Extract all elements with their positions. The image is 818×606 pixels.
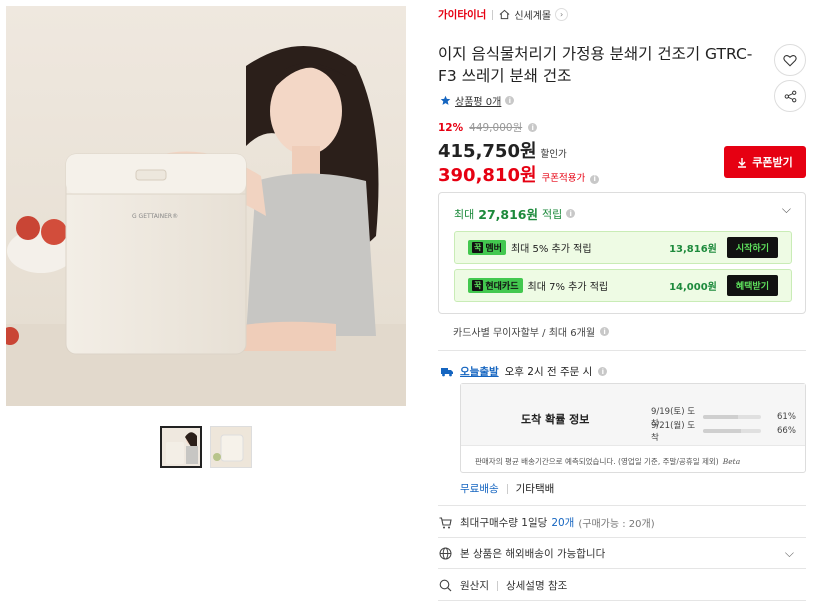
star-icon bbox=[440, 95, 451, 105]
shipping-cutoff: 오후 2시 전 주문 시 bbox=[504, 366, 593, 378]
coupon-button-label: 쿠폰받기 bbox=[752, 156, 793, 169]
arrival-date: 9/21(월) 도착 bbox=[651, 421, 696, 443]
info-icon[interactable]: i bbox=[566, 209, 576, 218]
purchase-limit-label: 최대구매수량 1일당 bbox=[460, 517, 548, 529]
review-summary: 상품평 0개 i bbox=[440, 93, 515, 108]
heart-icon bbox=[783, 54, 797, 66]
coupon-price-label: 쿠폰적용가 bbox=[541, 173, 586, 184]
thumbnail-2[interactable] bbox=[210, 426, 252, 468]
divider bbox=[506, 483, 508, 494]
main-product-image: G GETTAINER® bbox=[6, 6, 406, 406]
reward-text: 최대 5% 추가 적립 bbox=[510, 244, 592, 255]
reward-suffix: 적립 bbox=[542, 207, 563, 221]
thumbnail-image bbox=[211, 427, 251, 467]
cart-icon bbox=[438, 516, 452, 529]
info-icon[interactable]: i bbox=[505, 96, 515, 105]
discount-rate: 12% bbox=[438, 121, 464, 134]
divider bbox=[438, 537, 806, 538]
reward-tag: 꾹 멤버 bbox=[468, 240, 506, 255]
overseas-shipping-row[interactable]: 본 상품은 해외배송이 가능합니다 ⌵ bbox=[438, 546, 806, 561]
device-logo: G GETTAINER® bbox=[132, 213, 178, 220]
reward-amount: 27,816원 bbox=[478, 207, 538, 222]
arrival-probability-box: 도착 확률 정보 9/19(토) 도착 61% 9/21(월) 도착 66% 판… bbox=[460, 383, 806, 473]
origin-row: 원산지 상세설명 참조 bbox=[438, 578, 806, 593]
installment-info: 카드사별 무이자할부 / 최대 6개월 i bbox=[453, 324, 610, 339]
reward-headline: 최대 27,816원 적립 i bbox=[454, 204, 576, 223]
arrival-row: 9/21(월) 도착 66% bbox=[651, 419, 801, 443]
overseas-shipping-label: 본 상품은 해외배송이 가능합니다 bbox=[460, 548, 606, 560]
globe-icon bbox=[438, 547, 452, 560]
purchase-limit-sub: (구매가능 : 20개) bbox=[578, 519, 655, 530]
breadcrumb: 가이타이너 신세계몰 › bbox=[438, 7, 569, 22]
get-coupon-button[interactable]: 쿠폰받기 bbox=[724, 146, 806, 178]
download-icon bbox=[738, 157, 747, 168]
truck-icon bbox=[441, 368, 453, 377]
beta-label: Beta bbox=[722, 457, 741, 466]
chevron-down-icon[interactable]: ⌵ bbox=[785, 546, 794, 561]
reward-tag-label: 멤버 bbox=[485, 244, 502, 254]
product-photo: G GETTAINER® bbox=[6, 6, 406, 406]
thumbnail-list bbox=[160, 426, 252, 468]
thumbnail-1[interactable] bbox=[160, 426, 202, 468]
purchase-limit-value: 20개 bbox=[551, 517, 575, 529]
reward-item-amount: 13,816원 bbox=[669, 244, 717, 255]
home-icon bbox=[499, 9, 510, 20]
free-shipping-label: 무료배송 bbox=[460, 483, 499, 495]
divider bbox=[438, 505, 806, 506]
review-count-link[interactable]: 상품평 0개 bbox=[455, 93, 501, 108]
store-link[interactable]: 신세계몰 › bbox=[499, 7, 569, 22]
breadcrumb-divider bbox=[492, 9, 494, 20]
today-shipping-badge[interactable]: 오늘출발 bbox=[460, 364, 499, 379]
probability-bar-fill bbox=[703, 429, 742, 433]
purchase-limit-row: 최대구매수량 1일당 20개 (구매가능 : 20개) bbox=[438, 515, 806, 530]
share-icon bbox=[784, 90, 796, 102]
coupon-price: 390,810원 bbox=[438, 165, 537, 186]
reward-item-hyundai-card: 꾹 현대카드 최대 7% 추가 적립 14,000원 혜택받기 bbox=[454, 269, 792, 302]
divider bbox=[438, 600, 806, 601]
reward-prefix: 최대 bbox=[454, 207, 475, 221]
arrival-note: 판매자의 평균 배송기간으로 예측되었습니다. (영업일 기준, 주말/공휴일 … bbox=[475, 456, 740, 467]
reward-start-button[interactable]: 시작하기 bbox=[726, 237, 778, 258]
info-icon[interactable]: i bbox=[598, 367, 608, 376]
share-button[interactable] bbox=[774, 80, 806, 112]
original-price: 449,000원 bbox=[469, 122, 523, 134]
reward-tag-label: 현대카드 bbox=[485, 282, 519, 292]
wishlist-button[interactable] bbox=[774, 44, 806, 76]
delivery-header: 오늘출발 오후 2시 전 주문 시 i bbox=[440, 364, 608, 379]
reward-box: 최대 27,816원 적립 i ⌵ 꾹 멤버 최대 5% 추가 적립 13,816… bbox=[438, 192, 806, 314]
info-icon[interactable]: i bbox=[600, 327, 610, 336]
carrier-label: 기타택배 bbox=[515, 483, 555, 495]
arrival-probability: 66% bbox=[777, 426, 796, 436]
sale-price: 415,750원 bbox=[438, 141, 537, 162]
divider bbox=[438, 568, 806, 569]
product-title: 이지 음식물처리기 가정용 분쇄기 건조기 GTRC-F3 쓰레기 분쇄 건조 bbox=[438, 45, 753, 85]
divider bbox=[438, 350, 806, 351]
chevron-down-icon[interactable]: ⌵ bbox=[782, 202, 791, 217]
thumbnail-image bbox=[162, 428, 200, 466]
shipping-options: 무료배송 기타택배 bbox=[460, 481, 554, 496]
reward-item-amount: 14,000원 bbox=[669, 282, 717, 293]
store-label: 신세계몰 bbox=[514, 11, 552, 22]
arrival-note-text: 판매자의 평균 배송기간으로 예측되었습니다. (영업일 기준, 주말/공휴일 … bbox=[475, 457, 719, 466]
arrival-title: 도착 확률 정보 bbox=[521, 413, 590, 426]
divider bbox=[496, 580, 498, 591]
info-icon[interactable]: i bbox=[590, 174, 600, 184]
reward-mark-icon: 꾹 bbox=[472, 280, 484, 291]
sale-price-label: 할인가 bbox=[540, 149, 567, 160]
brand-link[interactable]: 가이타이너 bbox=[438, 7, 486, 22]
origin-value: 상세설명 참조 bbox=[505, 580, 568, 592]
reward-benefit-button[interactable]: 혜택받기 bbox=[726, 275, 778, 296]
magnifier-icon bbox=[438, 579, 452, 592]
reward-item-member: 꾹 멤버 최대 5% 추가 적립 13,816원 시작하기 bbox=[454, 231, 792, 264]
chevron-right-icon: › bbox=[555, 8, 569, 21]
reward-tag: 꾹 현대카드 bbox=[468, 278, 523, 293]
installment-text: 카드사별 무이자할부 / 최대 6개월 bbox=[453, 328, 596, 339]
origin-label: 원산지 bbox=[460, 580, 489, 592]
reward-text: 최대 7% 추가 적립 bbox=[527, 282, 609, 293]
probability-bar bbox=[703, 429, 761, 433]
info-icon[interactable]: i bbox=[528, 123, 538, 132]
price-block: 12% 449,000원 i 415,750원 할인가 390,810원 쿠폰적… bbox=[438, 120, 600, 187]
reward-mark-icon: 꾹 bbox=[472, 242, 484, 253]
